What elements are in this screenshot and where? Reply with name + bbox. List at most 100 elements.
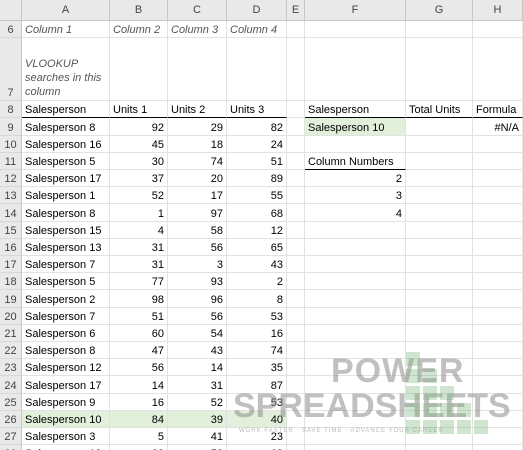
cell-D26[interactable]: 40 [227,410,287,428]
cell-E6[interactable] [287,21,305,39]
column-header-B[interactable]: B [110,0,168,20]
cell-D14[interactable]: 68 [227,204,287,222]
cell-F14[interactable]: 4 [305,204,406,222]
column-header-C[interactable]: C [168,0,227,20]
cell-B23[interactable]: 56 [110,359,168,377]
cell-H26[interactable] [473,410,523,428]
cell-D10[interactable]: 24 [227,135,287,153]
cell-E9[interactable] [287,118,305,136]
row-header[interactable]: 21 [0,324,22,342]
spreadsheet-grid[interactable]: A B C D E F G H 6 Column 1 Column 2 Column … [0,0,523,450]
row-header[interactable]: 15 [0,221,22,239]
cell-E14[interactable] [287,204,305,222]
cell-F25[interactable] [305,393,406,411]
cell-B13[interactable]: 52 [110,187,168,205]
cell-G9[interactable] [406,118,473,136]
cell-B24[interactable]: 14 [110,376,168,394]
cell-H11[interactable] [473,152,523,170]
cell-B28[interactable]: 28 [110,445,168,450]
cell-A10[interactable]: Salesperson 16 [22,135,110,153]
cell-A6[interactable]: Column 1 [22,21,110,39]
cell-G26[interactable] [406,410,473,428]
cell-D16[interactable]: 65 [227,238,287,256]
cell-B21[interactable]: 60 [110,324,168,342]
row-header[interactable]: 17 [0,256,22,274]
cell-C6[interactable]: Column 3 [168,21,227,39]
row-header[interactable]: 12 [0,170,22,188]
row-header[interactable]: 13 [0,187,22,205]
row-header[interactable]: 18 [0,273,22,291]
cell-H27[interactable] [473,428,523,446]
cell-D11[interactable]: 51 [227,152,287,170]
cell-H16[interactable] [473,238,523,256]
cell-A8[interactable]: Salesperson [22,101,110,119]
cell-F22[interactable] [305,342,406,360]
cell-F6[interactable] [305,21,406,39]
row-header[interactable]: 10 [0,135,22,153]
cell-C15[interactable]: 58 [168,221,227,239]
cell-B16[interactable]: 31 [110,238,168,256]
cell-G13[interactable] [406,187,473,205]
row-header[interactable]: 20 [0,307,22,325]
cell-A24[interactable]: Salesperson 17 [22,376,110,394]
cell-F23[interactable] [305,359,406,377]
cell-B10[interactable]: 45 [110,135,168,153]
cell-G15[interactable] [406,221,473,239]
cell-A15[interactable]: Salesperson 15 [22,221,110,239]
cell-D23[interactable]: 35 [227,359,287,377]
cell-D15[interactable]: 12 [227,221,287,239]
cell-F13[interactable]: 3 [305,187,406,205]
cell-H21[interactable] [473,324,523,342]
cell-A26[interactable]: Salesperson 10 [22,410,110,428]
cell-B17[interactable]: 31 [110,256,168,274]
cell-E15[interactable] [287,221,305,239]
cell-H6[interactable] [473,21,523,39]
cell-F27[interactable] [305,428,406,446]
cell-H14[interactable] [473,204,523,222]
cell-G19[interactable] [406,290,473,308]
cell-G24[interactable] [406,376,473,394]
cell-F11[interactable]: Column Numbers [305,152,406,170]
cell-E26[interactable] [287,410,305,428]
row-header[interactable]: 25 [0,393,22,411]
cell-D13[interactable]: 55 [227,187,287,205]
cell-C11[interactable]: 74 [168,152,227,170]
cell-D20[interactable]: 53 [227,307,287,325]
column-header-D[interactable]: D [227,0,287,20]
cell-H10[interactable] [473,135,523,153]
cell-E17[interactable] [287,256,305,274]
cell-C26[interactable]: 39 [168,410,227,428]
cell-A25[interactable]: Salesperson 9 [22,393,110,411]
cell-E13[interactable] [287,187,305,205]
cell-D12[interactable]: 89 [227,170,287,188]
cell-G17[interactable] [406,256,473,274]
cell-D9[interactable]: 82 [227,118,287,136]
cell-F28[interactable] [305,445,406,450]
cell-E27[interactable] [287,428,305,446]
cell-F9[interactable]: Salesperson 10 [305,118,406,136]
cell-G21[interactable] [406,324,473,342]
cell-H17[interactable] [473,256,523,274]
cell-H28[interactable] [473,445,523,450]
cell-D17[interactable]: 43 [227,256,287,274]
cell-G28[interactable] [406,445,473,450]
cell-C19[interactable]: 96 [168,290,227,308]
cell-H8[interactable]: Formula [473,101,523,119]
cell-B19[interactable]: 98 [110,290,168,308]
row-header[interactable]: 16 [0,238,22,256]
cell-E8[interactable] [287,101,305,119]
cell-A21[interactable]: Salesperson 6 [22,324,110,342]
cell-B27[interactable]: 5 [110,428,168,446]
cell-B12[interactable]: 37 [110,170,168,188]
cell-D27[interactable]: 23 [227,428,287,446]
cell-D28[interactable]: 62 [227,445,287,450]
cell-A19[interactable]: Salesperson 2 [22,290,110,308]
cell-C18[interactable]: 93 [168,273,227,291]
column-header-A[interactable]: A [22,0,110,20]
cell-F18[interactable] [305,273,406,291]
cell-F20[interactable] [305,307,406,325]
cell-C12[interactable]: 20 [168,170,227,188]
row-header[interactable]: 27 [0,428,22,446]
cell-H9[interactable]: #N/A [473,118,523,136]
cell-B6[interactable]: Column 2 [110,21,168,39]
